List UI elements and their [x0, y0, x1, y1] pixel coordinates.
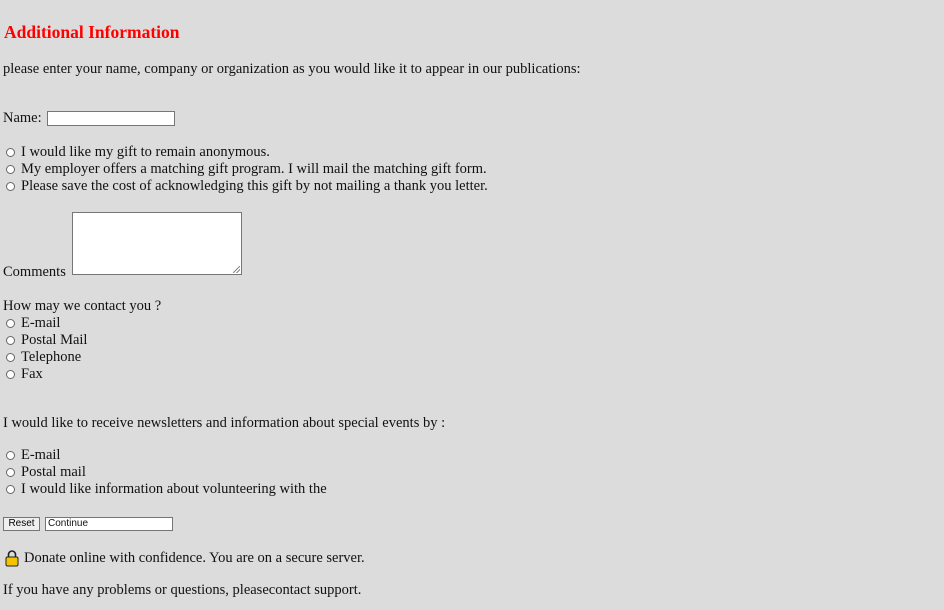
contact-question: How may we contact you ?: [3, 298, 162, 314]
radio-button[interactable]: [6, 468, 15, 477]
gift-option-label: I would like my gift to remain anonymous…: [21, 144, 270, 160]
name-input[interactable]: [47, 111, 175, 126]
intro-text: please enter your name, company or organ…: [3, 61, 581, 77]
radio-button[interactable]: [6, 319, 15, 328]
radio-button[interactable]: [6, 336, 15, 345]
newsletter-option-label: I would like information about volunteer…: [21, 481, 327, 497]
gift-option-no-thank-you[interactable]: Please save the cost of acknowledging th…: [6, 178, 488, 195]
reset-button[interactable]: Reset: [3, 517, 40, 531]
support-note: If you have any problems or questions, p…: [3, 582, 362, 598]
radio-button[interactable]: [6, 182, 15, 191]
contact-option-fax[interactable]: Fax: [6, 366, 43, 383]
newsletter-option-volunteer[interactable]: I would like information about volunteer…: [6, 481, 327, 498]
gift-option-matching[interactable]: My employer offers a matching gift progr…: [6, 161, 487, 178]
gift-option-label: My employer offers a matching gift progr…: [21, 161, 487, 177]
lock-icon: [5, 550, 19, 567]
newsletter-option-postal[interactable]: Postal mail: [6, 464, 86, 481]
radio-button[interactable]: [6, 485, 15, 494]
comments-label: Comments: [3, 264, 66, 280]
page-title: Additional Information: [4, 22, 180, 42]
radio-button[interactable]: [6, 451, 15, 460]
gift-option-anonymous[interactable]: I would like my gift to remain anonymous…: [6, 144, 270, 161]
radio-button[interactable]: [6, 148, 15, 157]
name-label: Name:: [3, 110, 42, 126]
contact-option-postal[interactable]: Postal Mail: [6, 332, 87, 349]
contact-option-label: Telephone: [21, 349, 82, 365]
radio-button[interactable]: [6, 165, 15, 174]
newsletter-option-email[interactable]: E-mail: [6, 447, 60, 464]
contact-option-label: E-mail: [21, 315, 61, 331]
comments-textarea[interactable]: [72, 212, 242, 275]
contact-option-email[interactable]: E-mail: [6, 315, 60, 332]
contact-option-label: Fax: [21, 366, 43, 382]
resize-grip-icon[interactable]: [233, 266, 240, 273]
newsletter-question: I would like to receive newsletters and …: [3, 415, 446, 431]
radio-button[interactable]: [6, 370, 15, 379]
contact-option-label: Postal Mail: [21, 332, 88, 348]
newsletter-option-label: Postal mail: [21, 464, 86, 480]
gift-option-label: Please save the cost of acknowledging th…: [21, 178, 488, 194]
continue-button[interactable]: Continue: [45, 517, 173, 531]
secure-note: Donate online with confidence. You are o…: [24, 550, 365, 566]
newsletter-option-label: E-mail: [21, 447, 61, 463]
contact-option-telephone[interactable]: Telephone: [6, 349, 81, 366]
radio-button[interactable]: [6, 353, 15, 362]
